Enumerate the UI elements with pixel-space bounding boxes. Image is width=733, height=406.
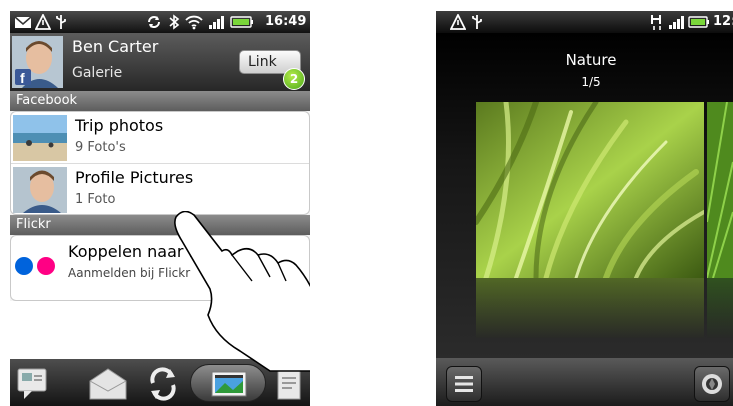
warning-icon (35, 14, 51, 30)
header-subtitle: Galerie (72, 65, 123, 81)
next-album-reflection (707, 278, 733, 338)
signal-icon (209, 16, 224, 29)
album-count: 9 Foto's (75, 140, 126, 155)
warning-icon (450, 14, 466, 30)
contact-header: f Ben Carter Galerie Link 2 (10, 33, 310, 91)
battery-icon (688, 16, 709, 28)
flickr-logo-icon (15, 257, 55, 275)
album-viewer-screen: 12:39 Nature 1/5 (436, 11, 733, 406)
status-bar: 16:49 (10, 11, 310, 33)
bluetooth-icon (169, 14, 180, 30)
album-title: Profile Pictures (75, 168, 194, 187)
status-time: 12:39 (713, 14, 733, 29)
hsdpa-data-icon (651, 15, 661, 30)
album-cover-photo[interactable] (476, 102, 704, 278)
link-count-badge: 2 (283, 68, 305, 90)
list-menu-icon (455, 376, 473, 392)
battery-icon (230, 16, 253, 28)
messages-tab-icon[interactable] (14, 365, 54, 403)
pointing-hand-icon (174, 211, 310, 372)
camera-shutter-icon (702, 374, 722, 394)
wifi-icon (185, 15, 203, 30)
status-bar: 12:39 (436, 11, 733, 33)
svg-text:f: f (20, 70, 25, 86)
status-time: 16:49 (265, 14, 307, 29)
camera-button[interactable] (694, 366, 730, 402)
mail-tab-icon[interactable] (86, 365, 130, 403)
contact-avatar[interactable]: f (12, 36, 63, 88)
signal-icon (669, 16, 684, 29)
album-title: Nature (565, 51, 617, 69)
mail-icon (14, 16, 32, 28)
album-item-profile-pictures[interactable]: Profile Pictures 1 Foto (11, 164, 309, 214)
album-thumbnail (13, 115, 67, 161)
section-header-facebook: Facebook (10, 91, 310, 111)
contact-gallery-screen: 16:49 f Ben Carter Galerie Link 2 Facebo… (10, 11, 310, 406)
album-carousel: Nature 1/5 (436, 33, 733, 358)
sync-icon (148, 16, 160, 28)
album-counter: 1/5 (581, 75, 601, 89)
menu-button[interactable] (446, 366, 482, 402)
contact-name: Ben Carter (72, 37, 159, 56)
facebook-album-list: Trip photos 9 Foto's Profile Pictures 1 … (10, 111, 310, 215)
album-thumbnail (13, 167, 67, 213)
usb-icon (56, 15, 66, 29)
bottom-bar (436, 358, 733, 406)
album-title: Trip photos (75, 116, 164, 135)
album-item-trip-photos[interactable]: Trip photos 9 Foto's (11, 112, 309, 164)
album-count: 1 Foto (75, 192, 116, 207)
next-album-photo[interactable] (707, 102, 733, 278)
album-cover-reflection (476, 278, 704, 338)
usb-icon (472, 15, 482, 29)
